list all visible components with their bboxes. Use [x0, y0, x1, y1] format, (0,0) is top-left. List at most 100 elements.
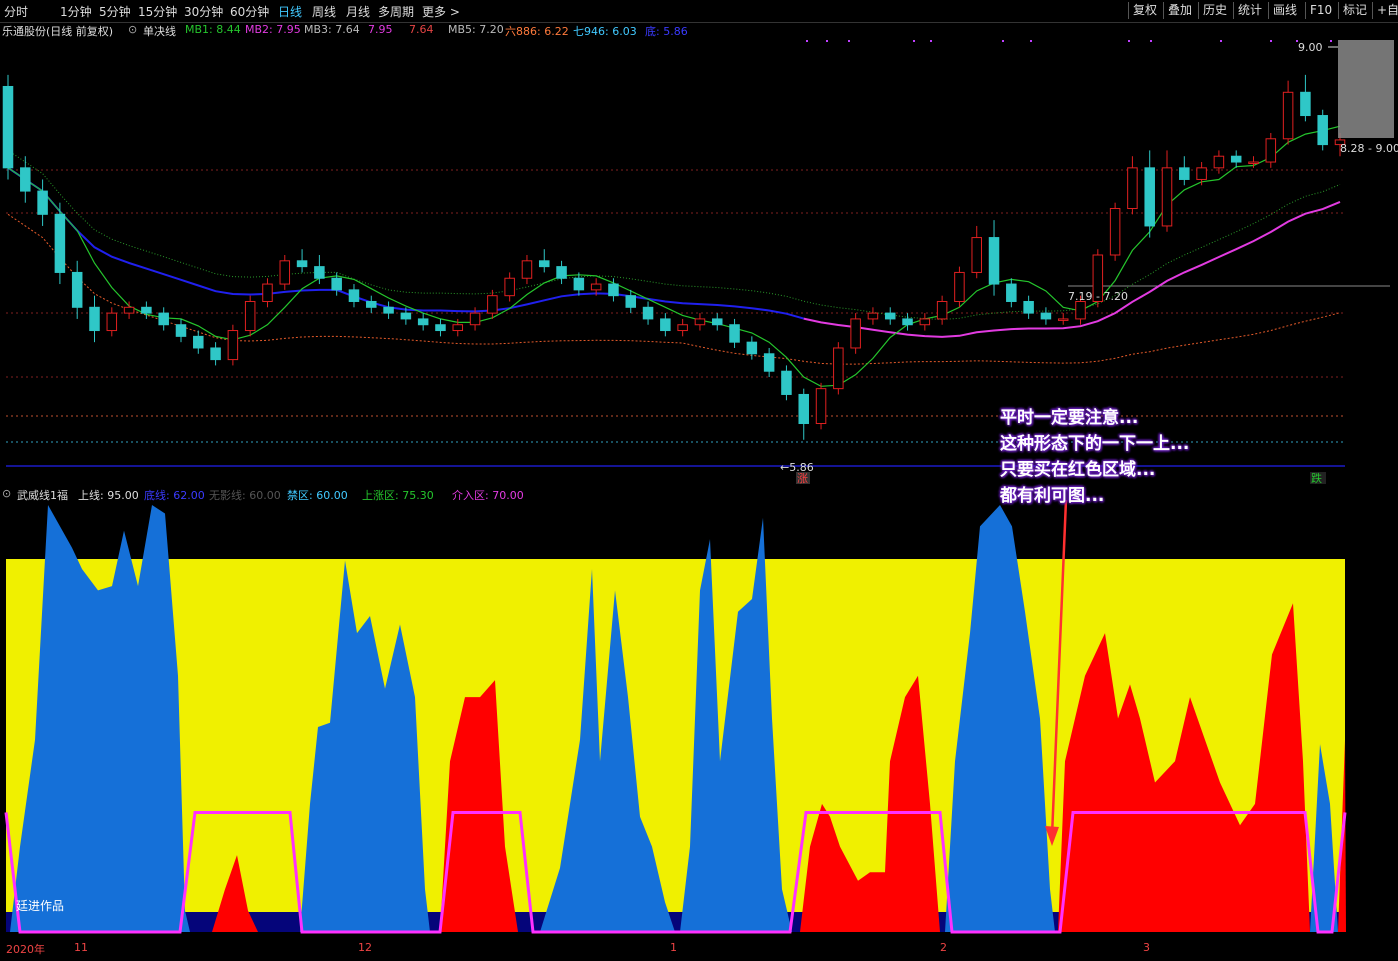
candle [815, 388, 827, 425]
signal-dot [1330, 40, 1332, 42]
date-tick: 11 [74, 941, 88, 954]
candle [417, 318, 429, 326]
annotation-line: 只要买在红色区域... [1000, 460, 1156, 480]
author-label: 廷进作品 [16, 899, 65, 913]
candle [71, 271, 83, 308]
date-tick: 12 [358, 941, 372, 954]
candle [106, 312, 118, 332]
candle [1144, 167, 1155, 227]
annotation-line: 这种形态下的一下一上... [1000, 434, 1190, 454]
rise-badge: 涨 [797, 472, 808, 485]
signal-dot [1002, 40, 1004, 42]
candle [2, 85, 14, 169]
signal-dot [913, 40, 915, 42]
candle [642, 306, 654, 320]
candle [314, 266, 325, 279]
candle [1075, 300, 1086, 320]
signal-dot [806, 40, 808, 42]
fall-badge: 跌 [1311, 471, 1322, 485]
candle [694, 318, 706, 326]
candle [158, 312, 169, 326]
signal-dot [1030, 40, 1032, 42]
ma-mid-dotted [7, 149, 1341, 321]
candle [1161, 167, 1173, 227]
candle [400, 312, 412, 320]
candle [971, 237, 982, 273]
candle [539, 260, 550, 268]
candle [1282, 91, 1294, 140]
candle [902, 318, 913, 326]
candle [1248, 161, 1259, 165]
candle [1006, 283, 1017, 302]
ma-short [7, 125, 1341, 387]
candle [746, 341, 758, 355]
candle [1127, 167, 1138, 210]
candle [988, 237, 1000, 285]
candle [435, 324, 446, 332]
candle [331, 277, 342, 291]
candle [729, 324, 740, 343]
candle [1230, 155, 1242, 163]
candle [37, 190, 48, 215]
candle [1317, 115, 1328, 146]
candle [348, 289, 360, 302]
candle [469, 312, 481, 326]
date-tick: 2020年 [6, 943, 45, 956]
range-top-label: 8.28 - 9.00 [1340, 142, 1398, 155]
candle [1057, 318, 1069, 321]
candle [175, 324, 187, 337]
candle [625, 295, 637, 308]
candle [244, 300, 256, 332]
signal-dot [930, 40, 932, 42]
signal-dot [1150, 40, 1152, 42]
candle [54, 213, 66, 273]
candle [677, 324, 688, 332]
signal-dot [848, 40, 850, 42]
candle [660, 318, 671, 332]
candle [279, 260, 291, 285]
candle [1109, 208, 1121, 256]
candle [919, 318, 931, 326]
candle [763, 353, 775, 372]
annotation-line: 平时一定要注意... [1000, 408, 1139, 428]
candle [884, 312, 896, 320]
date-tick: 2 [940, 941, 947, 954]
candle [383, 306, 394, 314]
candle [1023, 300, 1034, 314]
candle [1265, 138, 1277, 163]
signal-dot [1270, 40, 1272, 42]
candle [833, 347, 844, 390]
signal-dot [1220, 40, 1222, 42]
date-tick: 1 [670, 941, 677, 954]
candle [123, 306, 135, 314]
candle [1040, 312, 1052, 320]
ma-blue [7, 166, 804, 320]
candle [20, 167, 31, 192]
candle [487, 295, 498, 314]
candle [452, 324, 464, 332]
candle [556, 266, 567, 279]
candle [936, 300, 948, 320]
candle [573, 277, 585, 291]
candle [141, 306, 152, 314]
candle [210, 347, 221, 361]
signal-dot [1296, 40, 1298, 42]
annotation-text: 平时一定要注意... 这种形态下的一下一上... 只要买在红色区域... 都有利… [1000, 405, 1189, 509]
candle [798, 393, 809, 425]
ma-magenta [803, 200, 1341, 338]
candle [296, 260, 308, 268]
annotation-line: 都有利可图... [1000, 486, 1105, 506]
candle [1300, 91, 1311, 117]
candle [1179, 167, 1190, 180]
candle [1196, 167, 1207, 180]
candle [608, 283, 619, 297]
candle [521, 260, 533, 279]
candle [193, 335, 204, 349]
candle [262, 283, 273, 302]
candle [954, 271, 965, 302]
signal-dot [826, 40, 828, 42]
candle [89, 306, 100, 332]
candle [504, 277, 515, 297]
range-box [1338, 40, 1394, 138]
candle [781, 370, 792, 395]
